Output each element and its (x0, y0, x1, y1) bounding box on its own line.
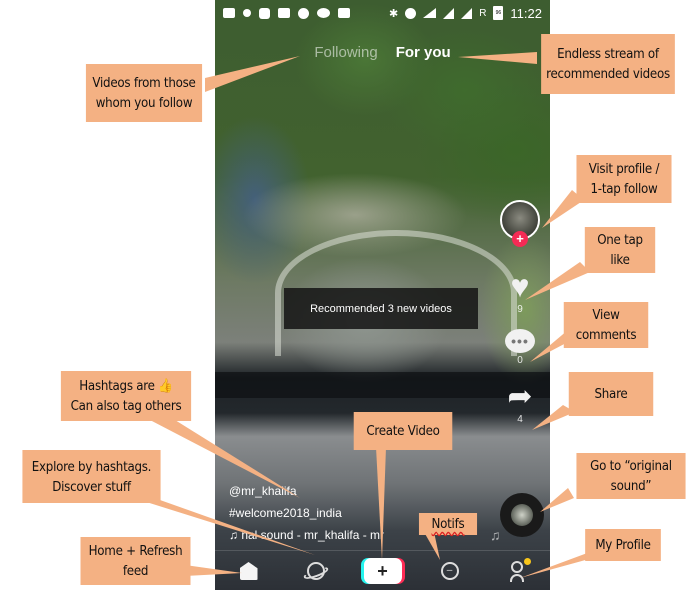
sound-ticker[interactable]: ♫ nal sound - mr_khalifa - mr (229, 524, 384, 546)
nav-inbox[interactable]: – (430, 556, 470, 586)
profile-icon (509, 561, 525, 582)
like-button[interactable]: ♥ 9 (511, 270, 530, 315)
callout-explore: Explore by hashtags. Discover stuff (22, 450, 161, 503)
home-icon (239, 562, 258, 580)
nav-discover[interactable] (296, 556, 336, 586)
nav-create[interactable]: + (363, 556, 403, 586)
callout-my-profile: My Profile (585, 529, 661, 561)
comment-bubble-icon: ••• (505, 329, 535, 353)
callout-share: Share (568, 372, 654, 416)
clock: 11:22 (510, 5, 542, 21)
do-not-disturb-icon (405, 7, 417, 19)
notification-icon (243, 9, 251, 17)
tab-following[interactable]: Following (314, 44, 377, 61)
message-icon: – (440, 562, 459, 580)
app-icon (259, 7, 270, 19)
creator-avatar[interactable]: + (500, 200, 540, 247)
nav-home[interactable] (229, 556, 269, 586)
callout-comments: View comments (563, 302, 649, 348)
callout-profile: Visit profile /1-tap follow (576, 155, 672, 203)
video-hashtag[interactable]: #welcome2018_india (229, 502, 384, 524)
callout-following: Videos from those whom you follow (85, 64, 203, 122)
roaming-indicator: R (479, 7, 487, 19)
heart-icon: ♥ (510, 268, 530, 304)
tab-for-you[interactable]: For you (396, 44, 451, 61)
callout-notifs: Notifs (418, 513, 478, 535)
share-arrow-icon: ➦ (507, 380, 533, 413)
action-rail: + ♥ 9 ••• 0 ➦ 4 (498, 200, 542, 425)
share-button[interactable]: ➦ 4 (507, 380, 533, 426)
callout-hashtags: Hashtags are 👍 Can also tag others (60, 371, 192, 421)
video-caption: @mr_khalifa #welcome2018_india ♫ nal sou… (229, 480, 384, 546)
creator-username[interactable]: @mr_khalifa (229, 480, 384, 502)
original-sound-disc[interactable] (500, 493, 544, 537)
clapper-icon (278, 8, 290, 18)
youtube-icon (338, 8, 350, 18)
callout-home: Home + Refresh feed (80, 537, 191, 585)
feed-tabs: Following For you (215, 44, 550, 61)
sound-cover-image (511, 504, 533, 526)
create-video-button[interactable]: + (363, 558, 402, 584)
battery-icon: 96 (493, 6, 504, 20)
callout-sound: Go to “original sound” (576, 453, 686, 499)
callout-for-you: Endless stream of recommended videos (541, 34, 675, 94)
planet-icon (306, 562, 325, 580)
video-icon (317, 8, 330, 18)
bottom-nav: + – (215, 550, 550, 590)
wifi-icon (423, 8, 437, 18)
comment-count: 0 (517, 355, 523, 366)
callout-create: Create Video (353, 412, 453, 450)
status-bar: ✱ R 96 11:22 (215, 0, 550, 26)
music-note-icon: ♫ (490, 527, 501, 543)
message-icon (223, 8, 235, 18)
comment-button[interactable]: ••• 0 (505, 329, 535, 366)
phone-screen: ✱ R 96 11:22 Following For you + ♥ 9 •••… (215, 0, 550, 590)
share-count: 4 (517, 414, 523, 425)
star-icon (298, 7, 309, 19)
follow-button[interactable]: + (512, 231, 528, 247)
like-count: 9 (517, 304, 523, 315)
toast-message: Recommended 3 new videos (284, 288, 478, 329)
callout-like: One tap like (584, 227, 656, 273)
bluetooth-icon: ✱ (388, 7, 399, 20)
nav-me[interactable] (497, 556, 537, 586)
signal-x-icon (461, 7, 473, 19)
notification-dot (523, 558, 531, 565)
signal-icon (443, 7, 455, 19)
